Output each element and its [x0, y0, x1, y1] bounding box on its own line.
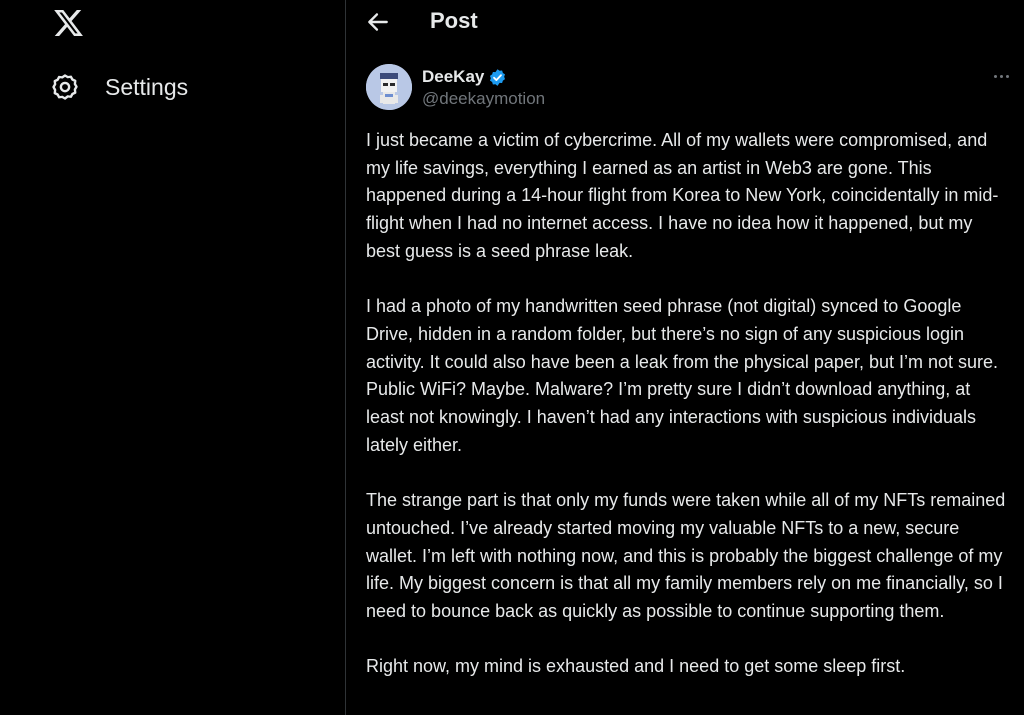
post-author: DeeKay @deekaymotion [366, 64, 545, 110]
post-paragraph: The strange part is that only my funds w… [366, 490, 1006, 621]
verified-badge-icon[interactable] [488, 68, 507, 87]
post-paragraph: I had a photo of my handwritten seed phr… [366, 296, 999, 455]
more-dot [999, 75, 1003, 78]
more-dot [993, 75, 997, 78]
gear-icon [50, 72, 80, 102]
app-window: Settings Post DeeKay @deekaymotion I jus… [0, 0, 1024, 715]
author-info: DeeKay @deekaymotion [422, 66, 545, 109]
x-logo-icon[interactable] [52, 7, 85, 39]
main-column: Post DeeKay @deekaymotion I just became … [346, 0, 1024, 715]
author-display-name[interactable]: DeeKay [422, 67, 484, 87]
more-dot [1005, 75, 1009, 78]
sidebar-item-label: Settings [105, 73, 189, 100]
post-header: Post [346, 0, 1024, 44]
left-nav: Settings [0, 0, 346, 715]
post-paragraph: I just became a victim of cybercrime. Al… [366, 130, 999, 261]
author-name-row: DeeKay [422, 66, 545, 88]
arrow-left-icon[interactable] [365, 9, 391, 35]
page-title: Post [430, 8, 478, 33]
sidebar-item-settings[interactable]: Settings [50, 66, 188, 108]
author-handle[interactable]: @deekaymotion [422, 89, 545, 109]
more-horizontal-icon[interactable] [988, 66, 1014, 86]
post-text: I just became a victim of cybercrime. Al… [366, 127, 1006, 709]
avatar[interactable] [366, 64, 412, 110]
post-paragraph: Right now, my mind is exhausted and I ne… [366, 656, 906, 677]
